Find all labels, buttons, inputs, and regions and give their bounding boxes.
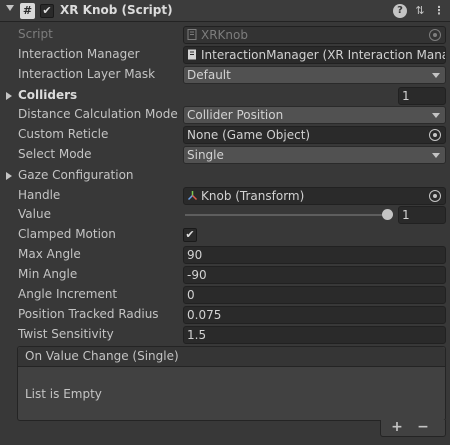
- component-header: # ✔ XR Knob (Script) ? ⇅ ⋮: [0, 0, 450, 22]
- event-empty-text: List is Empty: [25, 387, 102, 401]
- select-mode-dropdown[interactable]: Single: [183, 146, 446, 164]
- on-value-change-event: On Value Change (Single) List is Empty: [17, 346, 446, 421]
- handle-label: Handle: [18, 188, 61, 202]
- row-interaction-layer-mask: Interaction Layer Mask Default: [0, 65, 450, 85]
- interaction-layer-mask-dropdown[interactable]: Default: [183, 66, 446, 84]
- chevron-down-icon: [432, 73, 440, 78]
- fold-arrow-icon[interactable]: [6, 5, 14, 11]
- select-mode-label: Select Mode: [18, 147, 92, 161]
- twist-sensitivity-label: Twist Sensitivity: [18, 327, 114, 341]
- script-asset-icon: [187, 29, 197, 40]
- event-header: On Value Change (Single): [18, 347, 445, 367]
- interaction-manager-value: InteractionManager (XR Interaction Mana: [201, 48, 446, 62]
- row-gaze-configuration[interactable]: Gaze Configuration: [0, 166, 450, 186]
- gaze-configuration-label[interactable]: Gaze Configuration: [18, 168, 134, 182]
- remove-listener-button[interactable]: −: [413, 419, 433, 435]
- chevron-down-icon: [432, 153, 440, 158]
- row-interaction-manager: Interaction Manager InteractionManager (…: [0, 45, 450, 65]
- row-min-angle: Min Angle -90: [0, 265, 450, 285]
- presets-icon[interactable]: ⇅: [413, 4, 427, 18]
- component-enabled-toggle[interactable]: ✔: [40, 4, 54, 18]
- position-tracked-radius-label: Position Tracked Radius: [18, 307, 159, 321]
- angle-increment-field[interactable]: 0: [183, 286, 446, 304]
- value-slider-thumb[interactable]: [381, 209, 393, 220]
- row-select-mode: Select Mode Single: [0, 145, 450, 165]
- object-picker-icon[interactable]: [429, 190, 441, 202]
- object-picker-icon[interactable]: [429, 129, 441, 141]
- value-field[interactable]: 1: [398, 206, 446, 224]
- script-icon: #: [20, 3, 35, 19]
- interaction-layer-mask-label: Interaction Layer Mask: [18, 67, 156, 81]
- script-value: XRKnob: [201, 28, 248, 42]
- row-colliders[interactable]: Colliders 1: [0, 86, 450, 106]
- row-max-angle: Max Angle 90: [0, 245, 450, 265]
- handle-value: Knob (Transform): [201, 189, 305, 203]
- component-title: XR Knob (Script): [60, 3, 173, 17]
- row-position-tracked-radius: Position Tracked Radius 0.075: [0, 305, 450, 325]
- interaction-layer-mask-value: Default: [187, 68, 231, 82]
- row-custom-reticle: Custom Reticle None (Game Object): [0, 125, 450, 145]
- expand-arrow-icon[interactable]: [6, 172, 12, 180]
- max-angle-field[interactable]: 90: [183, 246, 446, 264]
- expand-arrow-icon[interactable]: [6, 92, 12, 100]
- custom-reticle-label: Custom Reticle: [18, 127, 109, 141]
- custom-reticle-field[interactable]: None (Game Object): [183, 126, 446, 144]
- chevron-down-icon: [432, 113, 440, 118]
- script-label: Script: [18, 27, 53, 41]
- row-distance-calculation-mode: Distance Calculation Mode Collider Posit…: [0, 105, 450, 125]
- interaction-manager-field[interactable]: InteractionManager (XR Interaction Mana: [183, 46, 446, 64]
- min-angle-label: Min Angle: [18, 267, 78, 281]
- clamped-motion-checkbox[interactable]: ✔: [183, 228, 197, 242]
- value-label: Value: [18, 207, 51, 221]
- component-icon: [188, 49, 196, 60]
- value-slider-track[interactable]: [185, 214, 390, 216]
- event-footer: + −: [380, 419, 446, 437]
- row-clamped-motion: Clamped Motion ✔: [0, 225, 450, 245]
- script-field: XRKnob: [183, 26, 446, 44]
- distance-calculation-mode-label: Distance Calculation Mode: [18, 107, 178, 121]
- twist-sensitivity-field[interactable]: 1.5: [183, 326, 446, 344]
- custom-reticle-value: None (Game Object): [187, 128, 311, 142]
- colliders-count-field[interactable]: 1: [398, 87, 446, 105]
- context-menu-icon[interactable]: ⋮: [432, 4, 446, 18]
- distance-calculation-mode-value: Collider Position: [187, 108, 284, 122]
- help-icon[interactable]: ?: [393, 4, 407, 18]
- position-tracked-radius-field[interactable]: 0.075: [183, 306, 446, 324]
- object-picker-icon: [429, 29, 441, 41]
- max-angle-label: Max Angle: [18, 247, 81, 261]
- angle-increment-label: Angle Increment: [18, 287, 118, 301]
- distance-calculation-mode-dropdown[interactable]: Collider Position: [183, 106, 446, 124]
- select-mode-value: Single: [187, 148, 224, 162]
- transform-icon: [187, 191, 198, 201]
- row-handle: Handle Knob (Transform): [0, 186, 450, 206]
- add-listener-button[interactable]: +: [387, 419, 407, 435]
- colliders-label[interactable]: Colliders: [18, 88, 77, 102]
- min-angle-field[interactable]: -90: [183, 266, 446, 284]
- row-angle-increment: Angle Increment 0: [0, 285, 450, 305]
- row-script: Script XRKnob: [0, 25, 450, 45]
- handle-field[interactable]: Knob (Transform): [183, 187, 446, 205]
- clamped-motion-label: Clamped Motion: [18, 227, 116, 241]
- row-value: Value 1: [0, 205, 450, 225]
- interaction-manager-label: Interaction Manager: [18, 47, 140, 61]
- row-twist-sensitivity: Twist Sensitivity 1.5: [0, 325, 450, 345]
